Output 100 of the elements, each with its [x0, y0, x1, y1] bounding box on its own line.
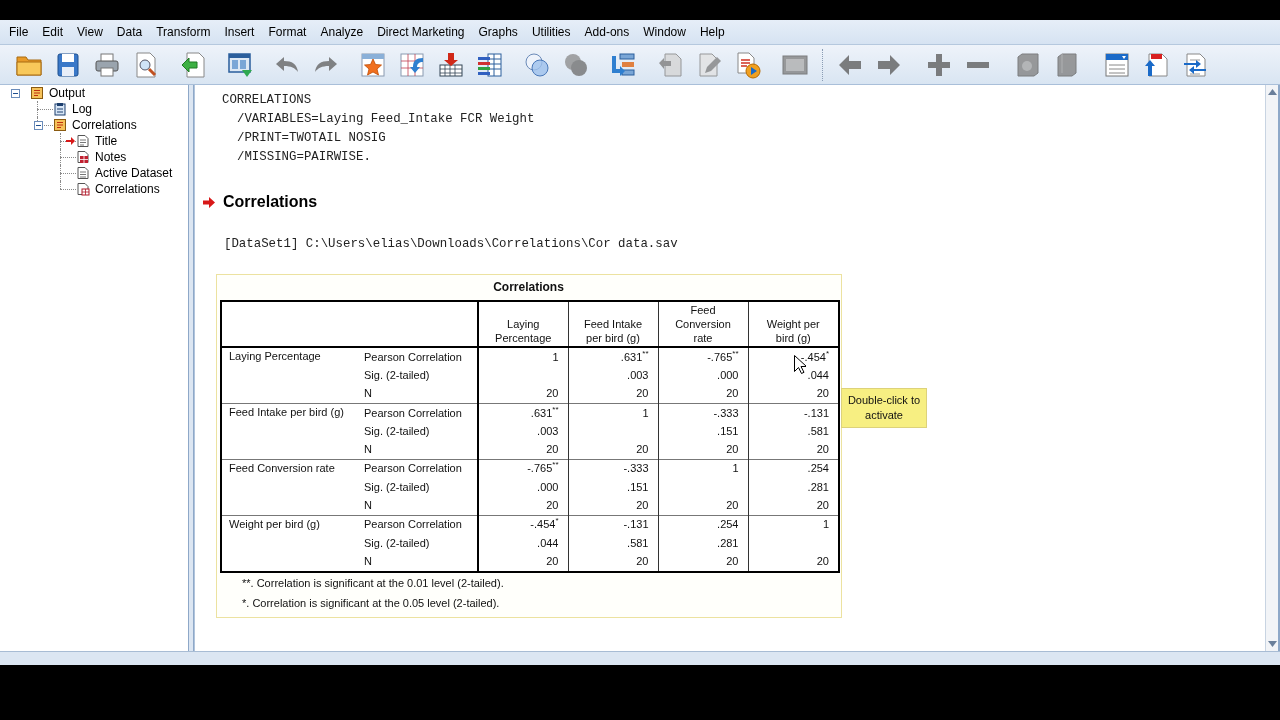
menu-item[interactable]: Utilities [524, 23, 578, 41]
statistic-label: Sig. (2-tailed) [360, 422, 478, 441]
document-play-icon[interactable] [734, 50, 762, 79]
menu-item[interactable]: Insert [217, 23, 262, 41]
column-header: Feed Conversion rate [658, 301, 748, 347]
table-cell: .254 [748, 459, 839, 479]
menu-item[interactable]: Window [636, 23, 693, 41]
row-header: Feed Conversion rate [221, 459, 360, 516]
table-cell: 20 [748, 496, 839, 516]
table-document-icon [76, 182, 90, 196]
statistic-label: Sig. (2-tailed) [360, 366, 478, 385]
table-cell: 20 [478, 384, 568, 404]
table-cell: .581 [568, 533, 658, 553]
minus-box-icon[interactable] [33, 120, 43, 130]
window-arrow-icon[interactable] [226, 50, 254, 79]
menu-item[interactable]: Add-ons [577, 23, 637, 41]
tree-item[interactable]: Notes [66, 149, 127, 165]
statistic-label: Sig. (2-tailed) [360, 478, 478, 497]
statistic-label: N [360, 440, 478, 460]
column-header: Laying Percentage [478, 301, 568, 347]
clipboard-icon [53, 102, 67, 116]
table-cell: .631$^{**}$ [478, 403, 568, 423]
table-cell: -.454$^{*}$ [478, 515, 568, 534]
tree-arrow-icon[interactable] [609, 50, 637, 79]
document-arrows-icon[interactable] [1181, 50, 1209, 79]
table-cell: 20 [478, 552, 568, 572]
table-cell: .000 [478, 478, 568, 497]
menu-item[interactable]: File [2, 23, 36, 41]
table-cell: .044 [478, 533, 568, 553]
footnote: **. Correlation is significant at the 0.01 level (2-tailed). [242, 575, 504, 591]
table-cell: 20 [568, 384, 658, 404]
syntax-line: /VARIABLES=Laying Feed_Intake FCR Weight [237, 111, 535, 128]
syntax-line: CORRELATIONS [222, 92, 312, 109]
statistic-label: Pearson Correlation [360, 403, 478, 423]
scroll-down-icon[interactable] [1267, 641, 1277, 647]
table-cell: 20 [568, 496, 658, 516]
tree-item[interactable]: Log [43, 101, 93, 117]
menu-item[interactable]: Analyze [313, 23, 371, 41]
table-cell: .151 [658, 422, 748, 441]
row-header: Weight per bird (g) [221, 515, 360, 572]
dataset-path: [DataSet1] C:\Users\elias\Downloads\Correlations\Cor data.sav [224, 236, 678, 253]
menu-item[interactable]: Help [692, 23, 732, 41]
table-cell: -.333 [568, 459, 658, 479]
table-cell: 1 [658, 459, 748, 479]
menu-item[interactable]: Format [261, 23, 314, 41]
table-cell: .254 [658, 515, 748, 534]
menu-item[interactable]: Transform [149, 23, 218, 41]
table-cell: 20 [658, 552, 748, 572]
statistic-label: Sig. (2-tailed) [360, 533, 478, 553]
tooltip: Double-click to activate [841, 388, 927, 428]
tree-item[interactable]: Correlations [66, 181, 160, 197]
minus-box-icon[interactable] [10, 88, 20, 98]
table-down-arrow-icon[interactable] [437, 50, 465, 79]
document-icon [76, 134, 90, 148]
statistic-label: N [360, 552, 478, 572]
table-cell: -.765$^{**}$ [478, 459, 568, 479]
section-heading: Correlations [223, 193, 318, 211]
table-cell: .000 [658, 366, 748, 385]
table-cell: .003 [478, 422, 568, 441]
document-up-arrow-icon[interactable] [1142, 50, 1170, 79]
table-cell: .151 [568, 478, 658, 497]
table-cell: -.333 [658, 403, 748, 423]
syntax-line: /PRINT=TWOTAIL NOSIG [237, 130, 386, 147]
table-bars-icon[interactable] [476, 50, 504, 79]
table-cell: 20 [478, 496, 568, 516]
footnote: *. Correlation is significant at the 0.05 level (2-tailed). [242, 595, 500, 611]
printer-icon[interactable] [93, 50, 121, 79]
notebook-icon [53, 118, 67, 132]
table-cell: -.131 [748, 403, 839, 423]
tree-item[interactable]: Output [20, 85, 86, 101]
statistic-label: Pearson Correlation [360, 347, 478, 367]
document-arrow-icon[interactable] [179, 50, 207, 79]
menu-item[interactable]: Direct Marketing [370, 23, 472, 41]
menu-item[interactable]: View [70, 23, 110, 41]
table-cell: 20 [568, 440, 658, 460]
table-cell: 20 [658, 496, 748, 516]
table-cell: .581 [748, 422, 839, 441]
statistic-label: N [360, 496, 478, 516]
table-cell: 20 [568, 552, 658, 572]
syntax-line: /MISSING=PAIRWISE. [237, 149, 371, 166]
window-lines-icon[interactable] [1103, 50, 1131, 79]
table-cell: 20 [748, 440, 839, 460]
tree-item[interactable]: Title [66, 133, 118, 149]
table-title: Correlations [493, 279, 564, 296]
menu-item[interactable]: Data [109, 23, 150, 41]
tree-item[interactable]: Active Dataset [66, 165, 173, 181]
circles-icon[interactable] [523, 50, 551, 79]
table-cell: .631$^{**}$ [568, 347, 658, 367]
tree-item[interactable]: Correlations [43, 117, 137, 133]
vertical-scrollbar[interactable] [1265, 85, 1280, 651]
table-cell: .003 [568, 366, 658, 385]
table-cell: 1 [568, 403, 658, 423]
menu-item[interactable]: Edit [35, 23, 71, 41]
statistic-label: Pearson Correlation [360, 459, 478, 479]
table-arrow-icon[interactable] [398, 50, 426, 79]
scroll-up-icon[interactable] [1267, 89, 1277, 95]
table-cell: 20 [658, 440, 748, 460]
table-cell: .281 [658, 533, 748, 553]
menu-item[interactable]: Graphs [471, 23, 525, 41]
statistic-label: N [360, 384, 478, 404]
